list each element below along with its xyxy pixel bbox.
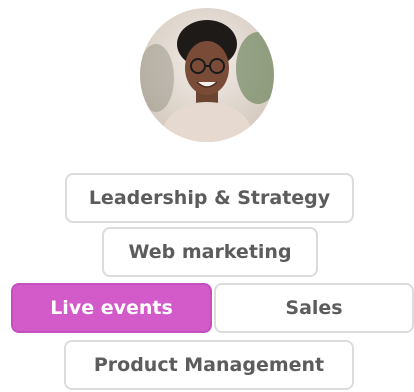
topic-chip-sales[interactable]: Sales — [214, 283, 414, 333]
person-photo-icon — [140, 8, 274, 142]
topic-selector: Leadership & Strategy Web marketing Live… — [0, 0, 414, 392]
topic-chip-label: Product Management — [93, 354, 325, 376]
avatar — [140, 8, 274, 142]
topic-chip-label: Web marketing — [128, 241, 292, 263]
topic-chip-product-management[interactable]: Product Management — [64, 340, 354, 390]
topic-chip-label: Sales — [285, 297, 343, 319]
topic-chip-label: Leadership & Strategy — [88, 187, 331, 209]
topic-chip-live-events[interactable]: Live events — [11, 283, 212, 333]
topic-chip-label: Live events — [50, 297, 173, 319]
topic-chip-leadership-strategy[interactable]: Leadership & Strategy — [65, 173, 354, 223]
topic-chip-web-marketing[interactable]: Web marketing — [102, 227, 318, 277]
